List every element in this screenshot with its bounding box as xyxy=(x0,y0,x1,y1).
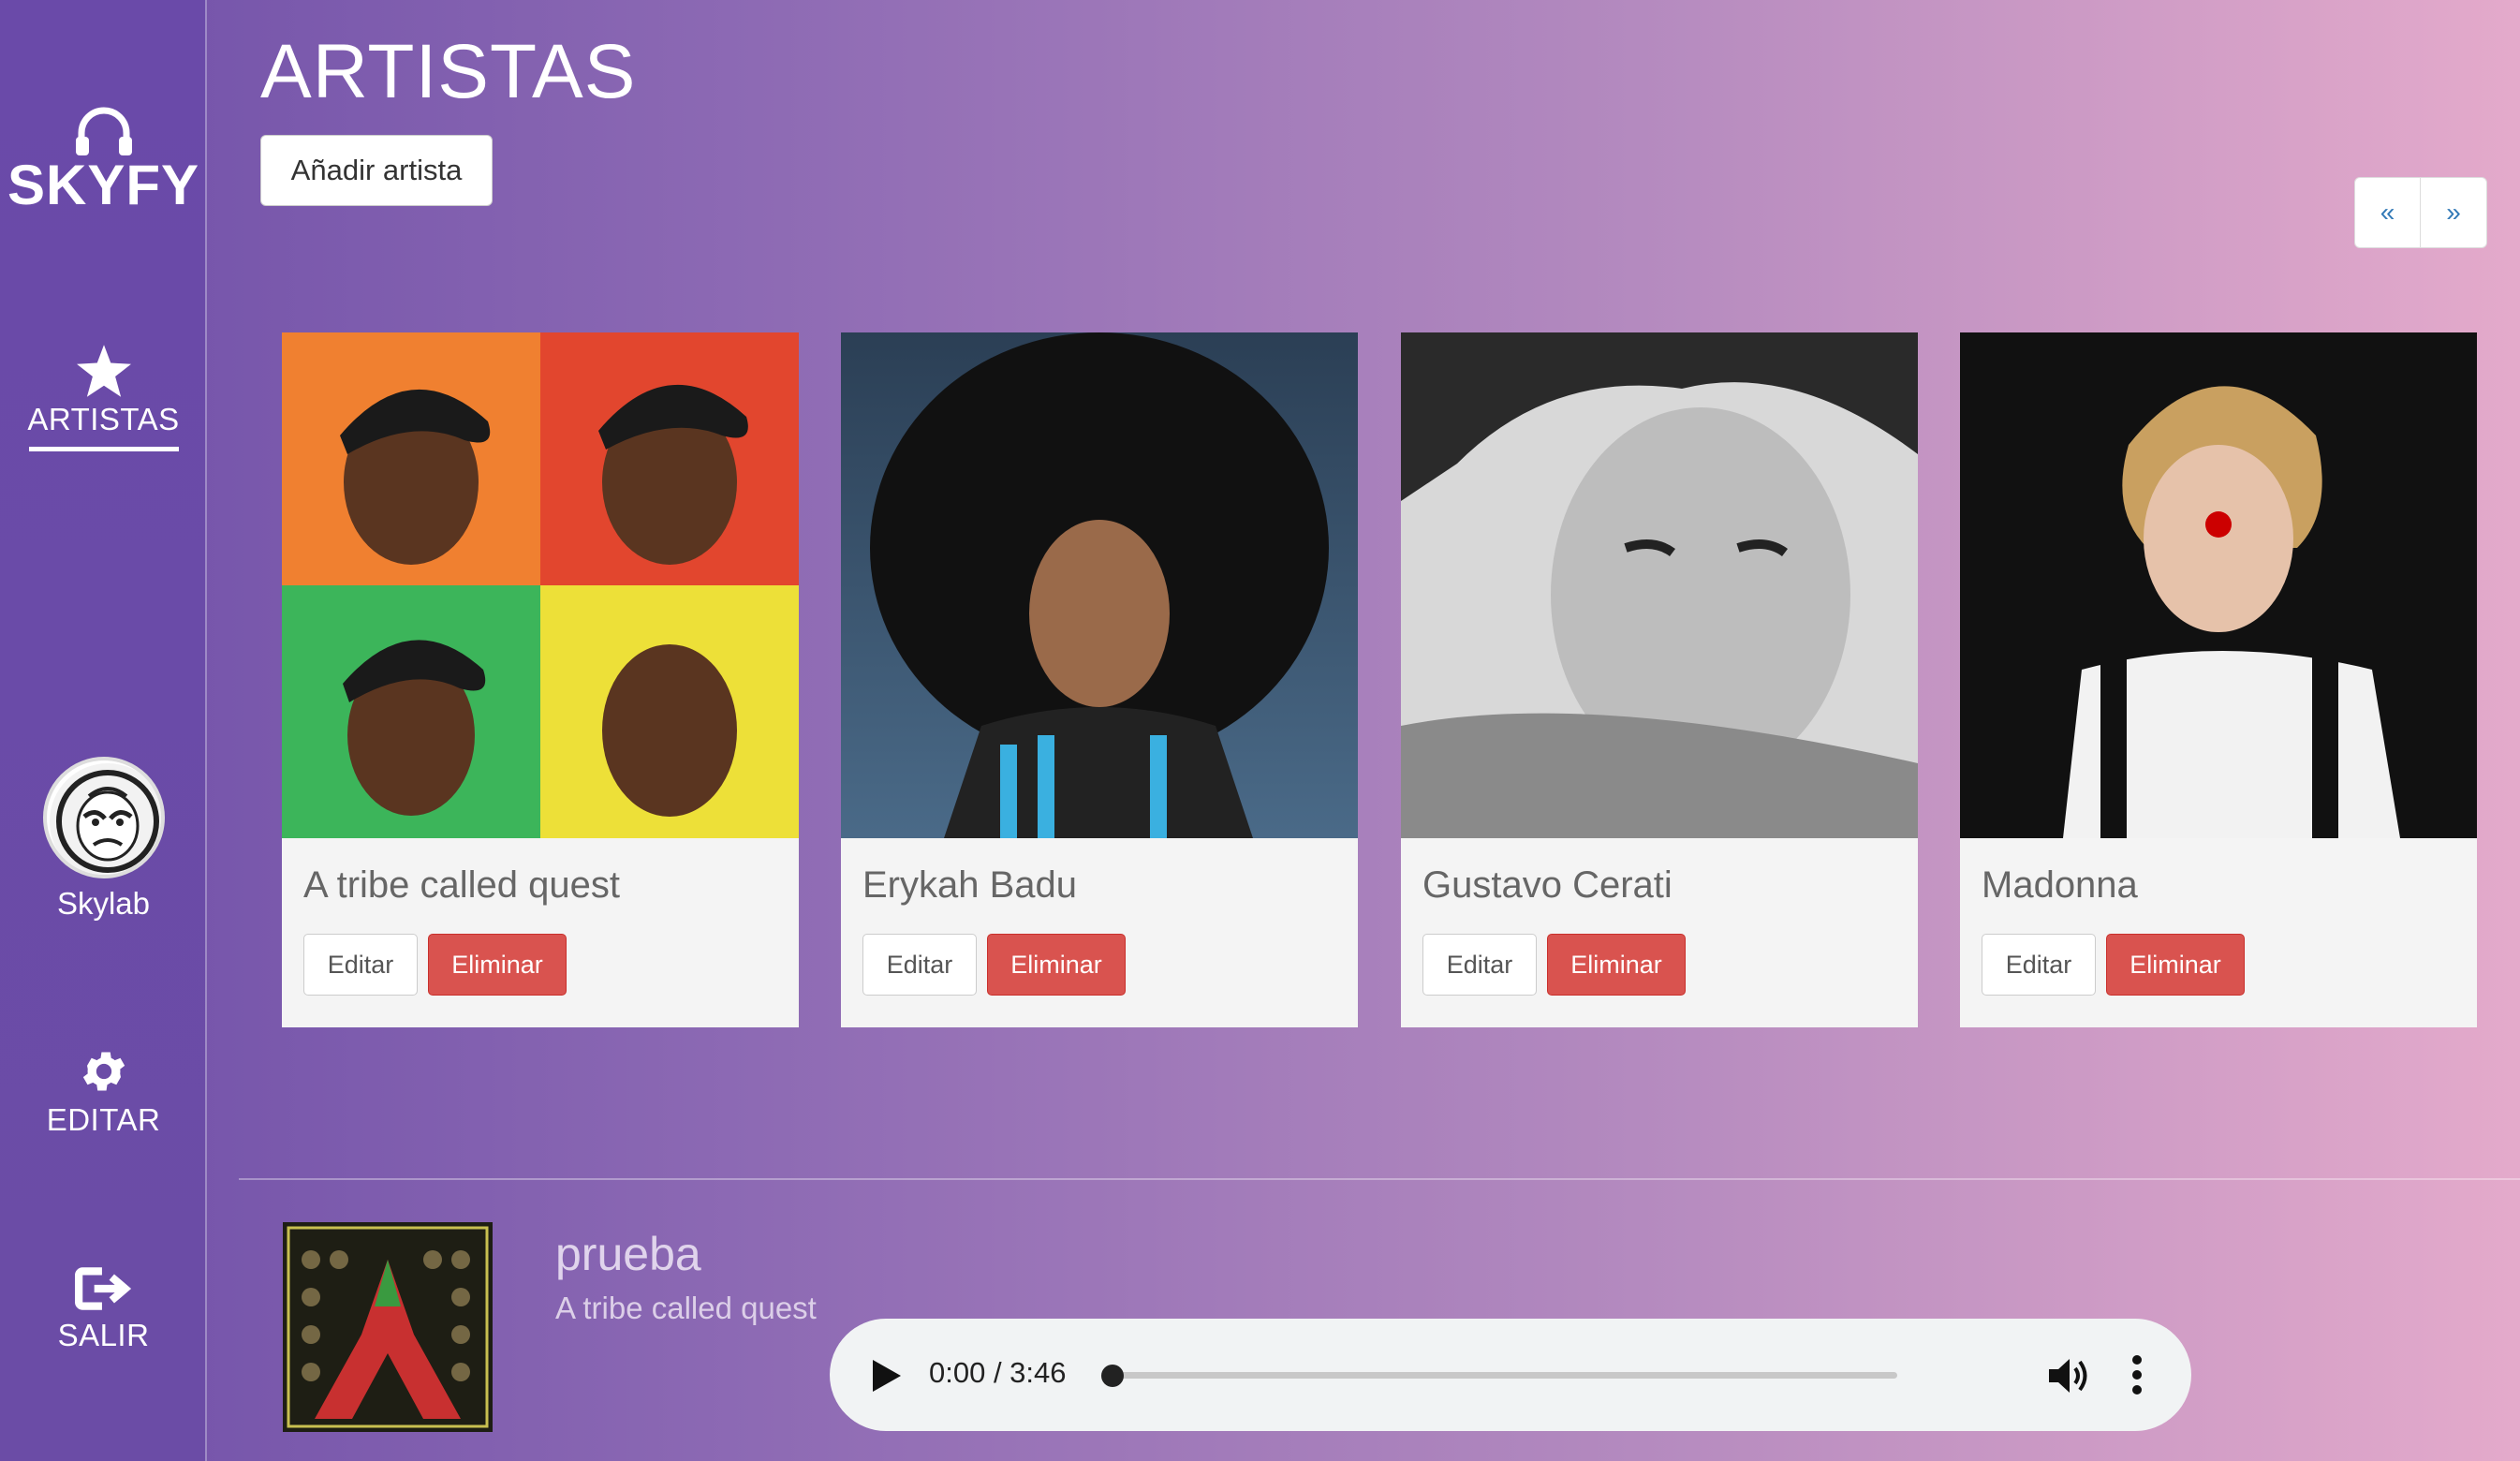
artist-name: A tribe called quest xyxy=(303,864,620,906)
nav-editar-label: EDITAR xyxy=(46,1102,161,1137)
audio-player: 0:00 / 3:46 xyxy=(830,1319,2191,1431)
artist-name: Gustavo Cerati xyxy=(1422,864,1673,906)
volume-icon[interactable] xyxy=(2047,1356,2090,1395)
artist-card: Madonna Editar Eliminar xyxy=(1960,332,2477,1027)
star-icon xyxy=(76,345,131,397)
logo-text: SKYFY xyxy=(7,154,200,216)
artist-name: Erykah Badu xyxy=(862,864,1078,906)
headphones-icon xyxy=(75,107,132,155)
delete-button[interactable]: Eliminar xyxy=(987,934,1126,996)
logo[interactable]: SKYFY xyxy=(0,105,207,214)
time-display: 0:00 / 3:46 xyxy=(929,1356,1067,1389)
user-name: Skylab xyxy=(56,886,151,921)
prev-page-button[interactable]: « xyxy=(2354,177,2421,248)
edit-button[interactable]: Editar xyxy=(1982,934,2096,996)
edit-button[interactable]: Editar xyxy=(303,934,418,996)
avatar[interactable] xyxy=(42,757,165,878)
nav-artistas[interactable]: ARTISTAS xyxy=(0,345,207,451)
artist-photo[interactable] xyxy=(1401,332,1918,838)
user-profile[interactable]: Skylab xyxy=(0,757,207,922)
track-title: prueba xyxy=(555,1228,701,1280)
player-divider xyxy=(239,1178,2520,1180)
active-underline xyxy=(28,447,179,451)
gear-icon xyxy=(82,1052,125,1091)
delete-button[interactable]: Eliminar xyxy=(428,934,567,996)
next-page-button[interactable]: » xyxy=(2421,177,2487,248)
artist-photo[interactable] xyxy=(282,332,799,838)
artist-card: Gustavo Cerati Editar Eliminar xyxy=(1401,332,1918,1027)
artist-name: Madonna xyxy=(1982,864,2138,906)
progress-slider[interactable] xyxy=(1111,1372,1897,1379)
artist-photo[interactable] xyxy=(841,332,1358,838)
progress-knob[interactable] xyxy=(1101,1365,1124,1387)
nav-editar[interactable]: EDITAR xyxy=(0,1045,207,1138)
delete-button[interactable]: Eliminar xyxy=(2106,934,2245,996)
nav-salir-label: SALIR xyxy=(57,1318,150,1352)
artist-card: A tribe called quest Editar Eliminar xyxy=(282,332,799,1027)
play-icon[interactable] xyxy=(869,1358,903,1394)
pagination: « » xyxy=(2354,177,2487,248)
sidebar: SKYFY ARTISTAS Skylab EDITAR SALIR xyxy=(0,0,207,1461)
more-options-icon[interactable] xyxy=(2131,1354,2143,1395)
edit-button[interactable]: Editar xyxy=(1422,934,1537,996)
nav-salir[interactable]: SALIR xyxy=(0,1264,207,1353)
edit-button[interactable]: Editar xyxy=(862,934,977,996)
add-artist-button[interactable]: Añadir artista xyxy=(260,135,493,206)
page-title: ARTISTAS xyxy=(260,29,637,114)
artist-photo[interactable] xyxy=(1960,332,2477,838)
artist-card: Erykah Badu Editar Eliminar xyxy=(841,332,1358,1027)
nav-artistas-label: ARTISTAS xyxy=(27,402,180,436)
astronaut-icon xyxy=(49,763,161,875)
album-cover xyxy=(283,1222,493,1432)
sign-out-icon xyxy=(74,1267,131,1310)
track-artist: A tribe called quest xyxy=(555,1291,817,1325)
delete-button[interactable]: Eliminar xyxy=(1547,934,1686,996)
